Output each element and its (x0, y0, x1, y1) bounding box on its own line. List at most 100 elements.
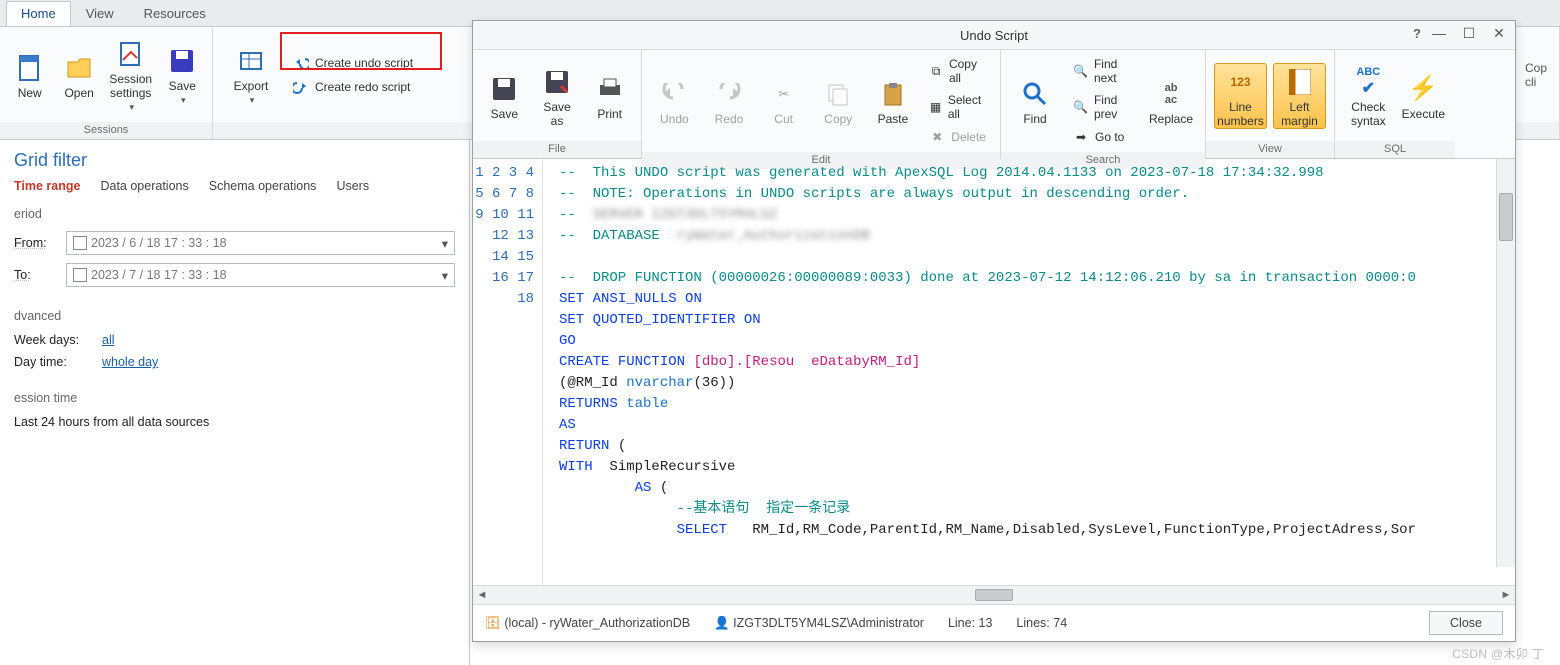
export-button[interactable]: Export▾ (221, 43, 281, 106)
status-bar: 🗄 (local) - ryWater_AuthorizationDB 👤 IZ… (473, 604, 1515, 641)
from-checkbox[interactable] (73, 236, 87, 250)
check-icon: ABC✔ (1352, 66, 1384, 98)
dropdown-icon: ▾ (250, 95, 255, 106)
print-icon (594, 73, 626, 105)
from-date-field[interactable]: 2023 / 6 / 18 17 : 33 : 18 ▾ (66, 231, 455, 255)
new-button[interactable]: New (8, 50, 51, 100)
weekdays-link[interactable]: all (102, 333, 115, 347)
replace-label: Replace (1149, 112, 1193, 126)
paste-button[interactable]: Paste (869, 76, 918, 126)
tab-home[interactable]: Home (6, 1, 71, 26)
find-next-label: Find next (1094, 57, 1133, 85)
session-time-value: Last 24 hours from all data sources (14, 415, 209, 429)
check-syntax-button[interactable]: ABC✔Check syntax (1343, 64, 1394, 128)
scroll-thumb[interactable] (1499, 193, 1513, 241)
create-redo-label: Create redo script (315, 80, 410, 94)
filter-tab-data[interactable]: Data operations (100, 179, 188, 193)
code-editor[interactable]: 1 2 3 4 5 6 7 8 9 10 11 12 13 14 15 16 1… (473, 159, 1515, 585)
goto-button[interactable]: ➡Go to (1067, 126, 1139, 148)
save-icon (166, 45, 198, 77)
print-button[interactable]: Print (586, 71, 633, 121)
status-user: IZGT3DLT5YM4LSZ\Administrator (733, 616, 924, 630)
minimize-button[interactable]: — (1429, 25, 1449, 42)
undo-script-icon (293, 55, 309, 71)
create-undo-script-button[interactable]: Create undo script (287, 52, 419, 74)
status-database: (local) - ryWater_AuthorizationDB (504, 616, 690, 630)
group-file-label: File (473, 141, 641, 158)
tab-view[interactable]: View (71, 1, 129, 26)
to-checkbox[interactable] (73, 268, 87, 282)
copy-all-button[interactable]: ⧉Copy all (923, 54, 992, 88)
open-label: Open (64, 86, 93, 100)
select-all-button[interactable]: ▦Select all (923, 90, 992, 124)
dropdown-icon[interactable]: ▾ (442, 268, 448, 283)
save-script-label: Save (491, 107, 518, 121)
create-redo-script-button[interactable]: Create redo script (287, 76, 419, 98)
clip-truncated: cli (1525, 75, 1547, 89)
session-settings-button[interactable]: Session settings ▾ (107, 36, 155, 113)
help-button[interactable]: ? (1413, 26, 1421, 41)
vertical-scrollbar[interactable] (1496, 159, 1515, 567)
new-icon (14, 52, 46, 84)
scroll-left-icon[interactable]: ◄ (473, 589, 491, 601)
find-prev-button[interactable]: 🔍Find prev (1067, 90, 1139, 124)
left-margin-label: Left margin (1281, 100, 1318, 128)
cut-label: Cut (774, 112, 793, 126)
copy-label: Copy (824, 112, 852, 126)
copy-all-label: Copy all (949, 57, 986, 85)
code-area[interactable]: -- This UNDO script was generated with A… (543, 159, 1515, 585)
group-view-label: View (1206, 141, 1334, 158)
save-as-label: Save as (536, 100, 579, 128)
goto-label: Go to (1095, 130, 1124, 144)
paste-label: Paste (878, 112, 909, 126)
database-icon: 🗄 (485, 616, 501, 630)
tab-resources[interactable]: Resources (129, 1, 221, 26)
filter-tab-users[interactable]: Users (336, 179, 369, 193)
execute-icon: ⚡ (1407, 73, 1439, 105)
find-button[interactable]: Find (1009, 76, 1061, 126)
save-as-button[interactable]: Save as (534, 64, 581, 128)
line-numbers-toggle[interactable]: 123Line numbers (1214, 63, 1267, 129)
find-next-button[interactable]: 🔍Find next (1067, 54, 1139, 88)
open-button[interactable]: Open (57, 50, 100, 100)
open-icon (63, 52, 95, 84)
to-date-field[interactable]: 2023 / 7 / 18 17 : 33 : 18 ▾ (66, 263, 455, 287)
group-sql-label: SQL (1335, 141, 1455, 158)
undo-icon (658, 78, 690, 110)
redo-button[interactable]: Redo (705, 76, 754, 126)
dropdown-icon: ▾ (129, 102, 134, 113)
replace-button[interactable]: abac Replace (1145, 76, 1197, 126)
find-prev-label: Find prev (1094, 93, 1133, 121)
undo-button[interactable]: Undo (650, 76, 699, 126)
delete-button[interactable]: ✖Delete (923, 126, 992, 148)
close-button[interactable]: Close (1429, 611, 1503, 635)
close-window-button[interactable]: ✕ (1489, 25, 1509, 42)
daytime-link[interactable]: whole day (102, 355, 158, 369)
copy-button[interactable]: Copy (814, 76, 863, 126)
to-value: 2023 / 7 / 18 17 : 33 : 18 (91, 268, 227, 282)
replace-icon: abac (1155, 78, 1187, 110)
paste-icon (877, 78, 909, 110)
horizontal-scrollbar[interactable]: ◄ ► (473, 585, 1515, 604)
cut-button[interactable]: ✂ Cut (759, 76, 808, 126)
check-syntax-label: Check syntax (1351, 100, 1386, 128)
create-undo-label: Create undo script (315, 56, 413, 70)
redo-icon (713, 78, 745, 110)
left-margin-toggle[interactable]: Left margin (1273, 63, 1326, 129)
dropdown-icon[interactable]: ▾ (442, 236, 448, 251)
select-all-label: Select all (948, 93, 986, 121)
save-button[interactable]: Save▾ (161, 43, 204, 106)
scroll-right-icon[interactable]: ► (1497, 589, 1515, 601)
execute-button[interactable]: ⚡Execute (1400, 71, 1447, 121)
period-header: eriod (14, 207, 455, 221)
weekdays-label: Week days: (14, 333, 94, 347)
session-settings-label: Session settings (109, 72, 152, 100)
delete-icon: ✖ (929, 129, 945, 145)
filter-tab-schema[interactable]: Schema operations (209, 179, 317, 193)
maximize-button[interactable]: ☐ (1459, 25, 1479, 42)
save-script-button[interactable]: Save (481, 71, 528, 121)
filter-tab-time[interactable]: Time range (14, 179, 80, 193)
left-margin-icon (1284, 66, 1316, 98)
cut-icon: ✂ (768, 78, 800, 110)
scroll-thumb[interactable] (975, 589, 1013, 601)
